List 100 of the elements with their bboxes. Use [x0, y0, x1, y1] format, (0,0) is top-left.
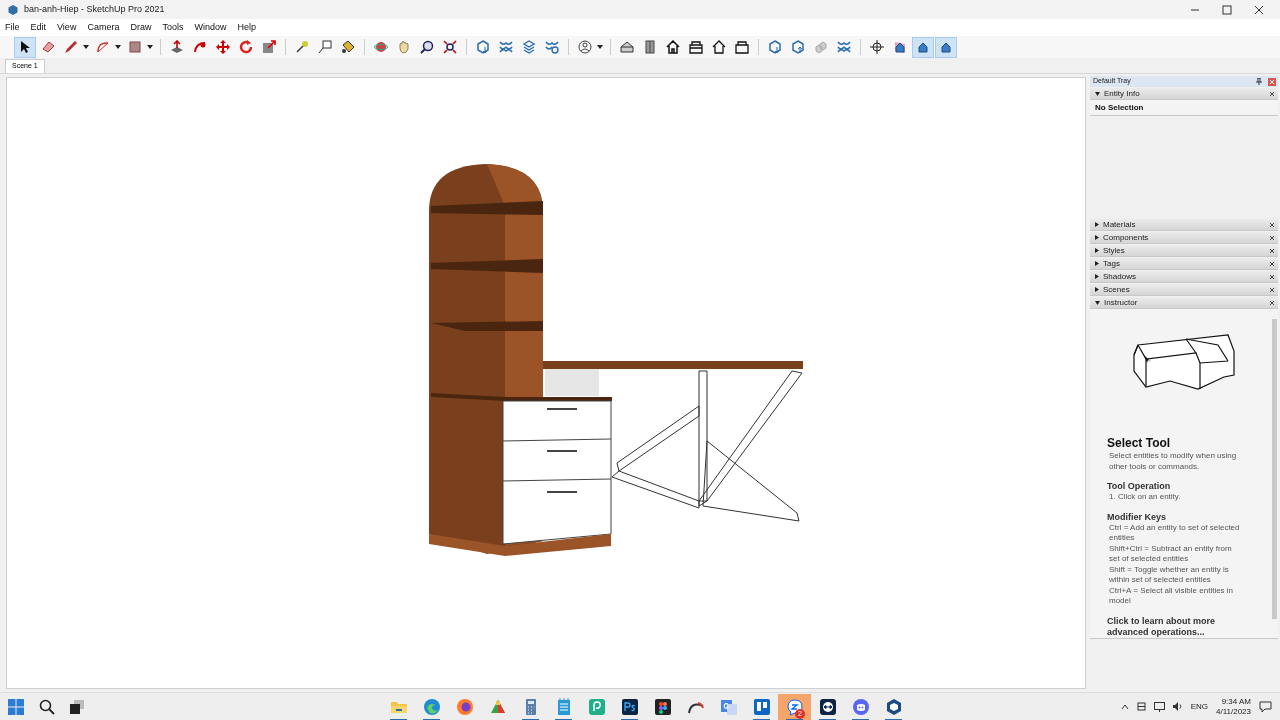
orbit-icon — [374, 40, 388, 54]
house-box-icon — [735, 40, 749, 54]
task-view-icon[interactable] — [70, 699, 84, 714]
house-box-icon — [689, 40, 703, 54]
instruction-text: 1. Click on an entity. — [1108, 492, 1182, 503]
instruction-text: Ctrl+A = Select all visible entities in model — [1108, 585, 1235, 607]
app-logo-icon — [8, 4, 18, 15]
maximize-icon[interactable] — [1222, 4, 1232, 15]
start-icon[interactable] — [8, 698, 24, 715]
selection-status: No Selection — [1095, 101, 1144, 114]
triangle-right-icon — [1095, 222, 1099, 227]
instruction-text: Shift+Ctrl = Subtract an entity from set of selected entities — [1108, 543, 1233, 565]
house-section-icon — [893, 40, 907, 54]
notification-icon[interactable] — [1259, 700, 1272, 713]
menu-item[interactable]: Help — [237, 20, 256, 35]
menu-item[interactable]: Window — [194, 20, 227, 35]
translate-icon — [719, 698, 738, 716]
panel-header[interactable]: Styles — [1090, 245, 1278, 257]
tool-button[interactable] — [14, 36, 36, 58]
game-chat-icon — [851, 698, 870, 716]
hexagon-download-icon — [768, 40, 782, 54]
menu-item[interactable]: Edit — [30, 20, 47, 35]
panel-header[interactable]: Scenes — [1090, 284, 1278, 296]
search-icon[interactable] — [39, 698, 55, 715]
triangle-right-icon — [1095, 261, 1099, 266]
chevron-up-icon[interactable] — [1120, 703, 1129, 710]
close-icon[interactable] — [1269, 221, 1275, 228]
panel-header[interactable]: Shadows — [1090, 271, 1278, 283]
text-label-icon — [318, 40, 332, 54]
menu-item[interactable]: File — [5, 20, 20, 35]
panel-title: Instructor — [1104, 296, 1139, 309]
hexagon-upload-icon — [791, 40, 805, 54]
house-shaded-icon — [916, 40, 930, 54]
door-panel-icon — [643, 40, 657, 54]
menu-item[interactable]: View — [57, 20, 77, 35]
caret-icon[interactable] — [147, 45, 153, 49]
browser-swirl-icon — [422, 698, 441, 716]
tool-button[interactable] — [912, 36, 934, 58]
move-icon — [216, 40, 230, 54]
model-viewport[interactable] — [6, 77, 1086, 689]
close-icon[interactable] — [1269, 286, 1275, 293]
pin-icon[interactable] — [1256, 78, 1262, 85]
close-icon[interactable] — [1269, 90, 1275, 97]
zoom-extents-icon — [443, 40, 457, 54]
section-heading: Modifier Keys — [1107, 511, 1167, 523]
network-icon[interactable] — [1153, 701, 1165, 712]
menu-item[interactable]: Camera — [87, 20, 120, 35]
paint-bucket-icon — [341, 40, 355, 54]
blocks-icon — [814, 40, 828, 54]
clock[interactable]: 9:34 AM 4/11/2023 — [1216, 696, 1251, 717]
tool-button[interactable] — [935, 36, 957, 58]
follow-me-icon — [193, 40, 207, 54]
close-icon[interactable] — [1269, 234, 1275, 241]
cube-app-icon — [884, 698, 903, 716]
rotate-icon — [239, 40, 253, 54]
window-title: ban-anh-Hiep - SketchUp Pro 2021 — [24, 2, 165, 16]
menu-item[interactable]: Draw — [130, 20, 152, 35]
panel-title: Materials — [1103, 218, 1137, 231]
crosshair-icon — [870, 40, 884, 54]
wave-stack-icon — [837, 40, 851, 54]
tray-app-icon[interactable] — [1136, 702, 1146, 711]
panel-title: Components — [1103, 231, 1150, 244]
triangle-right-icon — [1095, 287, 1099, 292]
hexagon-download-icon — [476, 40, 490, 54]
close-icon[interactable] — [1269, 273, 1275, 280]
panel-title: Shadows — [1103, 270, 1137, 283]
speaker-icon[interactable] — [1172, 702, 1183, 711]
push-pull-icon — [170, 40, 184, 54]
instruction-text: Ctrl = Add an entity to set of selected entities — [1108, 522, 1241, 544]
close-icon[interactable] — [1269, 260, 1275, 267]
language-indicator[interactable]: ENG — [1190, 700, 1208, 713]
panel-title: Styles — [1103, 244, 1126, 257]
chat-app-icon — [785, 698, 804, 716]
caret-icon[interactable] — [83, 45, 89, 49]
house-iso-icon — [620, 40, 634, 54]
triangle-app-icon — [488, 698, 507, 716]
magnifier-icon — [420, 40, 434, 54]
close-icon[interactable] — [1269, 247, 1275, 254]
section-heading: Tool Operation — [1107, 481, 1172, 492]
house-shaded-icon — [939, 40, 953, 54]
learn-more-link[interactable]: Click to learn about more advanced operations... — [1107, 615, 1237, 638]
menu-item[interactable]: Tools — [162, 20, 184, 35]
triangle-down-icon — [1095, 91, 1100, 96]
profile-icon — [578, 40, 592, 54]
panel-title: Entity Info — [1104, 87, 1141, 100]
arrow-cursor-icon — [18, 40, 32, 54]
spiral-app-icon — [587, 698, 606, 716]
house-front-icon — [666, 40, 680, 54]
tape-measure-icon — [295, 40, 309, 54]
close-icon[interactable] — [1254, 4, 1264, 15]
close-icon[interactable] — [1269, 299, 1275, 306]
panel-header[interactable]: Instructor — [1090, 297, 1278, 309]
caret-icon[interactable] — [115, 45, 121, 49]
panel-header[interactable]: Tags — [1090, 258, 1278, 270]
panel-header[interactable]: Entity Info — [1090, 88, 1278, 100]
triangle-right-icon — [1095, 274, 1099, 279]
panel-header[interactable]: Materials — [1090, 219, 1278, 231]
panel-header[interactable]: Components — [1090, 232, 1278, 244]
caret-icon[interactable] — [597, 45, 603, 49]
design-app-icon — [653, 698, 672, 716]
